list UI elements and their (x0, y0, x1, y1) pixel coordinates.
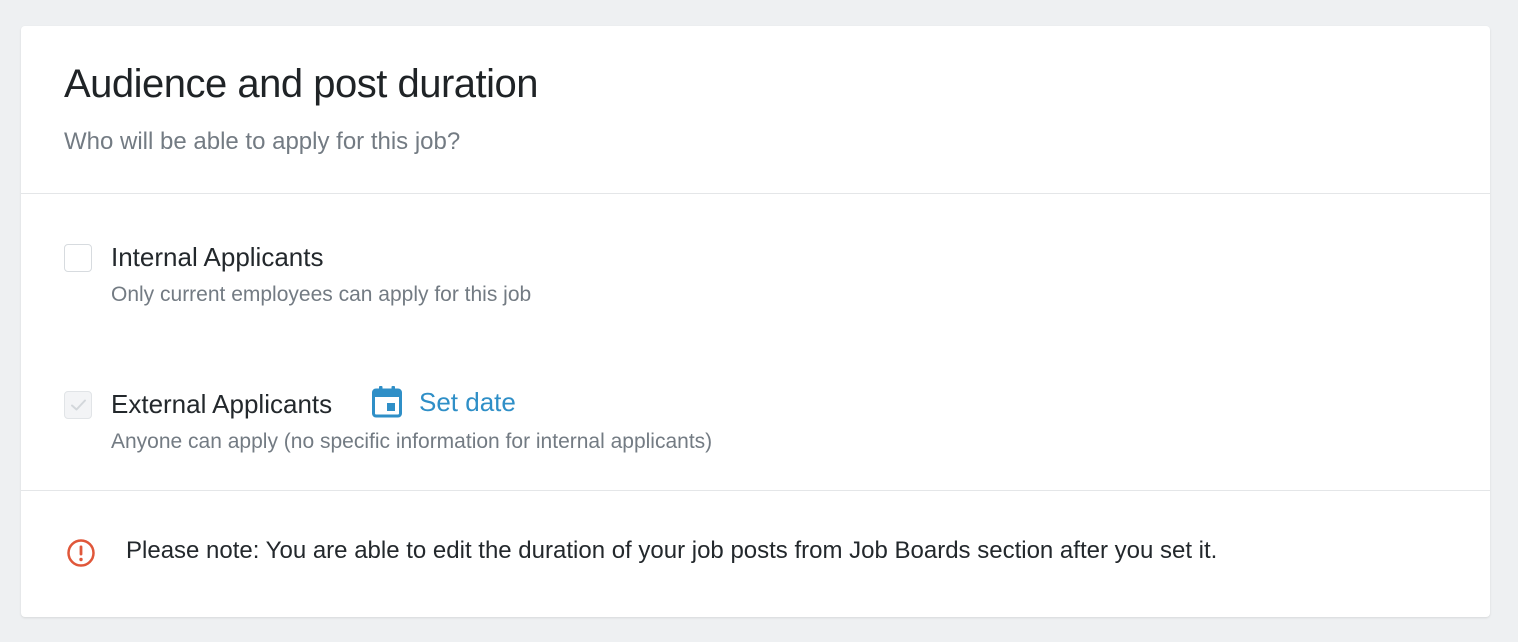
checkmark-icon (71, 399, 86, 411)
section-subtitle: Who will be able to apply for this job? (64, 128, 461, 155)
set-date-button[interactable]: Set date (372, 384, 516, 420)
internal-applicants-label[interactable]: Internal Applicants (111, 242, 323, 273)
note-text: Please note: You are able to edit the du… (126, 537, 1218, 564)
duration-note: Please note: You are able to edit the du… (21, 491, 1490, 617)
external-applicants-label: External Applicants (111, 389, 333, 419)
alert-circle-icon (67, 539, 95, 567)
external-applicants-description: Anyone can apply (no specific informatio… (111, 430, 713, 453)
section-title: Audience and post duration (64, 62, 539, 106)
audience-card: Audience and post duration Who will be a… (21, 26, 1490, 617)
calendar-icon (372, 386, 402, 418)
audience-options: Internal Applicants Only current employe… (21, 194, 1490, 491)
internal-applicants-checkbox[interactable] (64, 244, 92, 272)
card-header: Audience and post duration Who will be a… (21, 26, 1490, 194)
set-date-label[interactable]: Set date (419, 387, 516, 418)
internal-applicants-description: Only current employees can apply for thi… (111, 283, 532, 306)
external-applicants-checkbox (64, 391, 92, 419)
